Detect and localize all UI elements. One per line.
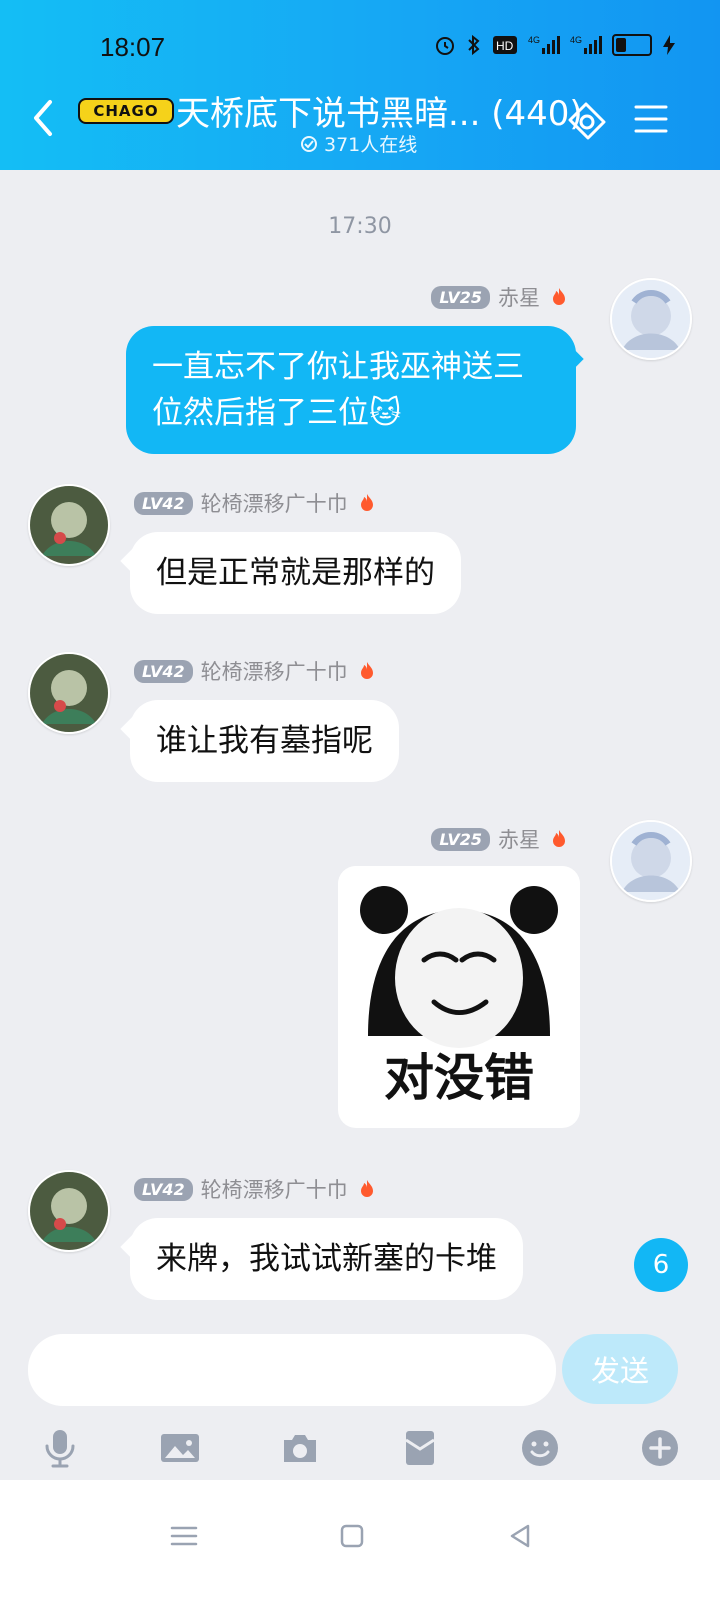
message-meta: LV25 赤星 <box>431 282 570 312</box>
message-input[interactable] <box>28 1334 556 1406</box>
emoji-icon[interactable] <box>518 1426 562 1470</box>
alarm-icon <box>436 37 454 55</box>
avatar[interactable] <box>28 1170 110 1252</box>
fire-icon <box>360 662 373 679</box>
recent-apps-icon[interactable] <box>168 1520 200 1552</box>
svg-text:4G: 4G <box>528 35 540 45</box>
message-meta: LV25 赤星 <box>431 824 570 854</box>
avatar[interactable] <box>28 484 110 566</box>
sender-name[interactable]: 轮椅漂移广十巾 <box>201 488 348 518</box>
battery-icon <box>612 34 652 56</box>
menu-icon[interactable] <box>634 102 668 136</box>
avatar[interactable] <box>28 652 110 734</box>
bluetooth-icon <box>468 34 480 56</box>
avatar[interactable] <box>610 278 692 360</box>
chat-header: 18:07 HD 4G 4G CHAGO 天桥底下说书黑暗... (440) 3… <box>0 0 720 170</box>
sender-name[interactable]: 赤星 <box>498 824 540 854</box>
level-badge: LV42 <box>134 1177 193 1201</box>
hd-icon: HD <box>493 36 517 54</box>
panda-face-icon <box>338 866 580 1066</box>
system-nav-bar <box>0 1480 720 1600</box>
chat-content[interactable]: 17:30 LV25 赤星 一直忘不了你让我巫神送三位然后指了三位🐱 LV42 … <box>0 170 720 1350</box>
svg-text:HD: HD <box>496 39 514 53</box>
level-badge: LV42 <box>134 491 193 515</box>
svg-text:4G: 4G <box>570 35 582 45</box>
message-text: 来牌，我试试新塞的卡堆 <box>156 1241 497 1277</box>
message-bubble[interactable]: 来牌，我试试新塞的卡堆 <box>130 1218 523 1300</box>
sticker-caption: 对没错 <box>384 1049 534 1107</box>
home-icon[interactable] <box>336 1520 368 1552</box>
message-meta: LV42 轮椅漂移广十巾 <box>134 488 378 518</box>
status-bar: 18:07 HD 4G 4G <box>0 26 720 66</box>
send-button[interactable]: 发送 <box>562 1334 678 1404</box>
message-meta: LV42 轮椅漂移广十巾 <box>134 656 378 686</box>
charging-icon <box>663 35 675 55</box>
microphone-icon[interactable] <box>38 1426 82 1470</box>
fire-icon <box>553 288 565 305</box>
4g-signal-icon: 4G <box>570 35 602 54</box>
fire-icon <box>360 494 373 511</box>
online-text: 371人在线 <box>324 134 418 156</box>
message-bubble[interactable]: 一直忘不了你让我巫神送三位然后指了三位🐱 <box>126 326 576 454</box>
fire-icon <box>553 830 565 847</box>
fire-icon <box>360 1180 373 1197</box>
message-bubble[interactable]: 但是正常就是那样的 <box>130 532 461 614</box>
status-time: 18:07 <box>100 32 166 62</box>
status-icons: HD 4G 4G <box>434 34 676 56</box>
back-button[interactable] <box>28 96 58 140</box>
image-icon[interactable] <box>158 1426 202 1470</box>
sender-name[interactable]: 轮椅漂移广十巾 <box>201 1174 348 1204</box>
level-badge: LV25 <box>431 285 490 309</box>
plus-icon[interactable] <box>638 1426 682 1470</box>
avatar[interactable] <box>610 820 692 902</box>
4g-signal-icon: 4G <box>528 35 560 54</box>
online-count[interactable]: 371人在线 <box>300 130 417 157</box>
sender-name[interactable]: 赤星 <box>498 282 540 312</box>
level-badge: LV42 <box>134 659 193 683</box>
composer: 发送 <box>0 1320 720 1480</box>
sticker-image[interactable]: 对没错 <box>338 866 580 1128</box>
message-text: 谁让我有墓指呢 <box>156 723 373 759</box>
group-badge-logo: CHAGO <box>78 98 174 124</box>
camera-icon[interactable] <box>278 1426 322 1470</box>
message-timestamp: 17:30 <box>328 214 392 239</box>
message-text: 一直忘不了你让我巫神送三位然后指了三位🐱 <box>152 349 524 431</box>
message-bubble[interactable]: 谁让我有墓指呢 <box>130 700 399 782</box>
back-icon[interactable] <box>504 1520 536 1552</box>
unread-badge[interactable]: 6 <box>634 1238 688 1292</box>
message-meta: LV42 轮椅漂移广十巾 <box>134 1174 378 1204</box>
message-text: 但是正常就是那样的 <box>156 555 435 591</box>
tap-gesture-icon[interactable] <box>564 96 610 142</box>
check-circle-icon <box>301 135 317 152</box>
sender-name[interactable]: 轮椅漂移广十巾 <box>201 656 348 686</box>
input-toolbar <box>0 1418 720 1478</box>
red-packet-icon[interactable] <box>398 1426 442 1470</box>
level-badge: LV25 <box>431 827 490 851</box>
page-title[interactable]: 天桥底下说书黑暗... (440) <box>176 86 583 135</box>
